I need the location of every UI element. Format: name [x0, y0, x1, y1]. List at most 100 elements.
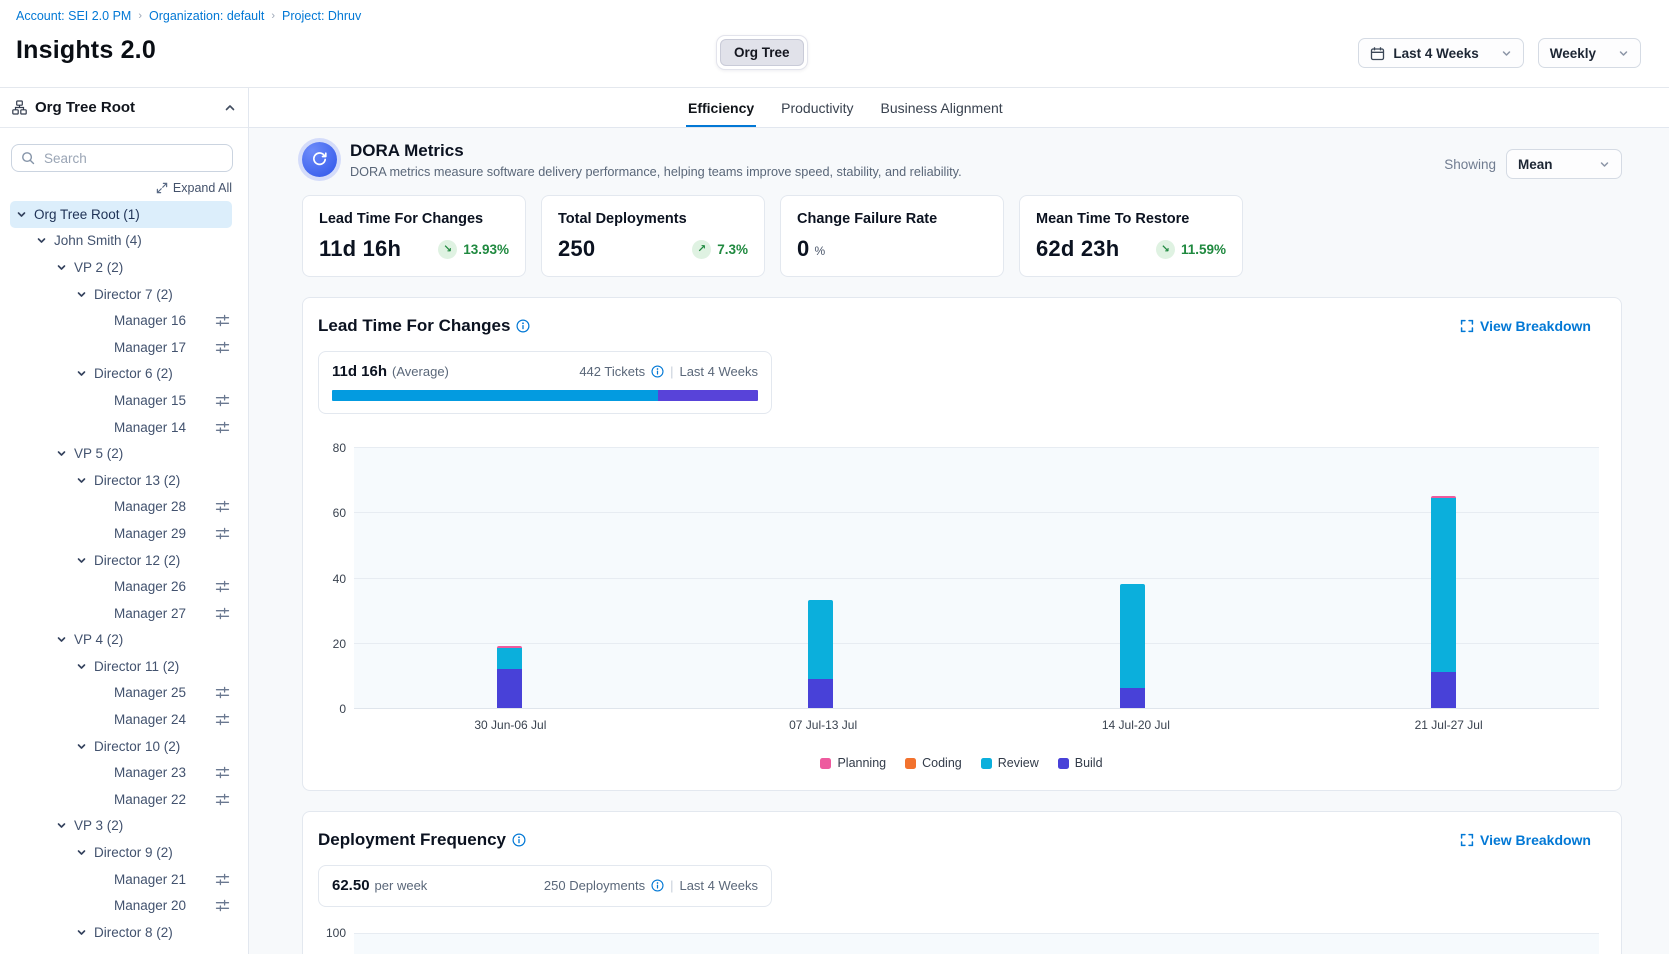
info-icon[interactable] [512, 833, 526, 847]
tree-item-director-6-2[interactable]: Director 6 (2) [10, 361, 232, 388]
tree-item-label: Director 7 (2) [94, 287, 232, 302]
tune-filter-icon[interactable] [215, 685, 230, 700]
tree-item-vp-3-2[interactable]: VP 3 (2) [10, 813, 232, 840]
chevron-down-icon [1501, 48, 1512, 59]
trend-badge: ↘13.93% [438, 240, 509, 259]
tune-filter-icon[interactable] [215, 499, 230, 514]
deployment-view-breakdown-button[interactable]: View Breakdown [1460, 832, 1591, 848]
tune-filter-icon[interactable] [215, 393, 230, 408]
tab-efficiency[interactable]: Efficiency [686, 88, 756, 127]
legend-item-coding[interactable]: Coding [905, 756, 962, 770]
tune-filter-icon[interactable] [215, 712, 230, 727]
lead-time-portion-a [332, 390, 658, 401]
dora-subtitle: DORA metrics measure software delivery p… [350, 165, 1444, 179]
metric-card-value: 0 [797, 236, 809, 262]
tree-item-label: Director 12 (2) [94, 553, 232, 568]
breadcrumb-project-link[interactable]: Project: Dhruv [282, 9, 361, 23]
tree-item-manager-28[interactable]: Manager 28 [10, 494, 232, 521]
tree-item-label: Director 10 (2) [94, 739, 232, 754]
tree-item-director-7-2[interactable]: Director 7 (2) [10, 281, 232, 308]
lead-time-range-label: Last 4 Weeks [679, 364, 758, 379]
expand-icon [156, 182, 168, 194]
expand-all-label: Expand All [173, 181, 232, 195]
lead-time-view-breakdown-button[interactable]: View Breakdown [1460, 318, 1591, 334]
tree-item-director-8-2[interactable]: Director 8 (2) [10, 919, 232, 946]
tune-filter-icon[interactable] [215, 420, 230, 435]
tree-item-label: Director 6 (2) [94, 366, 232, 381]
expand-all-button[interactable]: Expand All [156, 181, 232, 195]
metric-card-unit: % [814, 244, 825, 258]
bar-07-jul-13-jul[interactable] [808, 600, 833, 708]
bar-segment-review [1431, 498, 1456, 673]
deployments-count: 250 Deployments [544, 878, 645, 893]
y-axis-tick-label: 20 [318, 637, 346, 651]
chevron-down-icon [1618, 48, 1629, 59]
tree-item-manager-15[interactable]: Manager 15 [10, 387, 232, 414]
search-input[interactable] [42, 150, 223, 167]
tree-item-vp-5-2[interactable]: VP 5 (2) [10, 440, 232, 467]
legend-item-review[interactable]: Review [981, 756, 1039, 770]
y-axis-tick-label: 0 [318, 702, 346, 716]
tree-item-manager-23[interactable]: Manager 23 [10, 759, 232, 786]
tree-item-manager-25[interactable]: Manager 25 [10, 680, 232, 707]
tree-item-john-smith-4[interactable]: John Smith (4) [10, 228, 232, 255]
tree-item-label: Manager 28 [114, 499, 215, 514]
tree-item-manager-29[interactable]: Manager 29 [10, 520, 232, 547]
bar-14-jul-20-jul[interactable] [1120, 584, 1145, 708]
chevron-down-icon [56, 448, 74, 459]
collapse-panel-icon[interactable] [224, 102, 236, 114]
tree-item-manager-21[interactable]: Manager 21 [10, 866, 232, 893]
date-range-select[interactable]: Last 4 Weeks [1358, 38, 1523, 68]
bar-21-jul-27-jul[interactable] [1431, 496, 1456, 708]
tune-filter-icon[interactable] [215, 340, 230, 355]
org-tree-toggle-button[interactable]: Org Tree [720, 39, 804, 66]
info-icon[interactable] [516, 319, 530, 333]
tree-item-director-12-2[interactable]: Director 12 (2) [10, 547, 232, 574]
tune-filter-icon[interactable] [215, 313, 230, 328]
tree-item-label: Manager 20 [114, 898, 215, 913]
tree-item-director-11-2[interactable]: Director 11 (2) [10, 653, 232, 680]
tree-item-vp-4-2[interactable]: VP 4 (2) [10, 627, 232, 654]
tree-item-label: Manager 21 [114, 872, 215, 887]
tree-item-label: John Smith (4) [54, 233, 232, 248]
granularity-select[interactable]: Weekly [1538, 38, 1641, 68]
lead-time-duration-bar [332, 390, 758, 401]
tree-item-vp-2-2[interactable]: VP 2 (2) [10, 254, 232, 281]
legend-item-build[interactable]: Build [1058, 756, 1103, 770]
chevron-down-icon [76, 927, 94, 938]
tree-item-manager-17[interactable]: Manager 17 [10, 334, 232, 361]
tree-item-label: Manager 25 [114, 685, 215, 700]
tree-item-manager-14[interactable]: Manager 14 [10, 414, 232, 441]
tune-filter-icon[interactable] [215, 792, 230, 807]
x-axis-tick-label: 30 Jun-06 Jul [474, 718, 546, 732]
tree-item-manager-24[interactable]: Manager 24 [10, 706, 232, 733]
tree-item-manager-22[interactable]: Manager 22 [10, 786, 232, 813]
tune-filter-icon[interactable] [215, 765, 230, 780]
tree-item-manager-27[interactable]: Manager 27 [10, 600, 232, 627]
breadcrumb-organization-link[interactable]: Organization: default [149, 9, 264, 23]
tune-filter-icon[interactable] [215, 526, 230, 541]
tree-item-director-10-2[interactable]: Director 10 (2) [10, 733, 232, 760]
tree-item-label: Manager 14 [114, 420, 215, 435]
tree-item-manager-26[interactable]: Manager 26 [10, 573, 232, 600]
info-icon[interactable] [651, 879, 664, 892]
tree-item-manager-20[interactable]: Manager 20 [10, 892, 232, 919]
tree-item-director-13-2[interactable]: Director 13 (2) [10, 467, 232, 494]
tree-item-org-tree-root-1[interactable]: Org Tree Root (1) [10, 201, 232, 228]
lead-time-average-qualifier: (Average) [392, 364, 449, 379]
tree-item-manager-16[interactable]: Manager 16 [10, 307, 232, 334]
pipe-divider: | [670, 878, 673, 893]
info-icon[interactable] [651, 365, 664, 378]
tree-item-label: Manager 27 [114, 606, 215, 621]
tune-filter-icon[interactable] [215, 579, 230, 594]
tree-item-director-9-2[interactable]: Director 9 (2) [10, 839, 232, 866]
breadcrumb-account-link[interactable]: Account: SEI 2.0 PM [16, 9, 131, 23]
tune-filter-icon[interactable] [215, 898, 230, 913]
tune-filter-icon[interactable] [215, 872, 230, 887]
tune-filter-icon[interactable] [215, 606, 230, 621]
tab-productivity[interactable]: Productivity [779, 88, 855, 127]
legend-item-planning[interactable]: Planning [820, 756, 886, 770]
showing-select[interactable]: Mean [1506, 149, 1622, 179]
bar-30-jun-06-jul[interactable] [497, 646, 522, 708]
tab-business-alignment[interactable]: Business Alignment [879, 88, 1005, 127]
